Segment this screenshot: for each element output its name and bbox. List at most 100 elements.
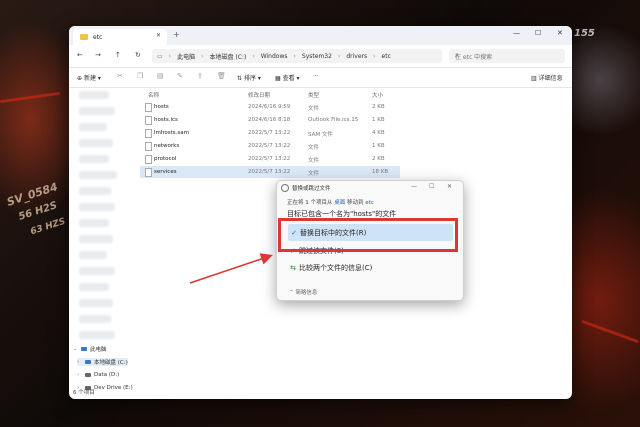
sort-button[interactable]: ⇅ 排序 ▾: [237, 73, 261, 82]
blurred-item: [79, 283, 109, 291]
blurred-item: [79, 331, 115, 339]
file-row[interactable]: hosts.ics 2024/6/16 8:18 Outlook File.ic…: [140, 114, 400, 126]
delete-icon[interactable]: 🗑: [217, 72, 226, 80]
blurred-item: [79, 123, 107, 131]
fewer-details-toggle[interactable]: ⌃ 简略信息: [289, 288, 317, 296]
up-button[interactable]: ↑: [115, 51, 121, 59]
option-label: 比较两个文件的信息(C): [299, 263, 373, 272]
search-input[interactable]: 在 etc 中搜索 ⌕: [449, 49, 565, 63]
source-link[interactable]: 桌面: [334, 200, 345, 206]
file-row-selected[interactable]: services 2022/5/7 13:22 文件 18 KB: [140, 166, 400, 178]
navigation-bar: ← → ↑ ↻ ▭ › 此电脑 › 本地磁盘 (C:) › Windows › …: [69, 45, 572, 68]
file-icon: [145, 142, 152, 151]
breadcrumb-item[interactable]: Windows: [261, 53, 288, 60]
tab-etc[interactable]: etc ✕: [73, 29, 167, 45]
file-icon: [145, 129, 152, 138]
sidebar-item-label: 此电脑: [90, 347, 107, 353]
file-row[interactable]: networks 2022/5/7 13:22 文件 1 KB: [140, 140, 400, 152]
details-button[interactable]: ▥ 详细信息: [531, 73, 563, 82]
sort-label: 排序: [243, 75, 256, 82]
search-icon: ⌕: [455, 51, 459, 59]
file-name: networks: [154, 143, 180, 149]
breadcrumb-item[interactable]: drivers: [346, 53, 367, 60]
dialog-minimize-button[interactable]: —: [411, 183, 417, 190]
file-date: 2024/6/16 9:59: [248, 104, 291, 110]
new-tab-button[interactable]: +: [173, 30, 180, 39]
file-size: 18 KB: [372, 169, 389, 175]
blurred-item: [79, 107, 115, 115]
file-icon: [145, 103, 152, 112]
blurred-item: [79, 203, 115, 211]
file-type: 文件: [308, 106, 320, 112]
file-row[interactable]: protocol 2022/5/7 13:22 文件 2 KB: [140, 153, 400, 165]
sidebar-item-d-drive[interactable]: › Data (D:): [77, 372, 119, 378]
breadcrumb-item[interactable]: 此电脑: [177, 52, 195, 61]
file-type: 文件: [308, 145, 320, 151]
sidebar-item-label: Dev Drive (E:): [94, 385, 133, 391]
file-name: hosts: [154, 104, 169, 110]
share-icon[interactable]: ⇪: [197, 72, 203, 80]
sidebar-item-this-pc[interactable]: ⌄ 此电脑: [73, 345, 107, 353]
file-size: 1 KB: [372, 117, 385, 123]
new-button[interactable]: ⊕ 新建 ▾: [77, 73, 101, 82]
folder-icon: [80, 34, 88, 40]
file-type: 文件: [308, 158, 320, 164]
blurred-item: [79, 171, 117, 179]
file-date: 2022/5/7 13:22: [248, 169, 291, 175]
file-date: 2022/5/7 13:22: [248, 143, 291, 149]
cut-icon[interactable]: ✂: [117, 72, 123, 80]
tab-close-icon[interactable]: ✕: [156, 32, 161, 39]
forward-button[interactable]: →: [95, 51, 101, 59]
file-size: 2 KB: [372, 156, 385, 162]
file-row[interactable]: lmhosts.sam 2022/5/7 13:22 SAM 文件 4 KB: [140, 127, 400, 139]
paste-icon[interactable]: ▤: [157, 72, 164, 80]
file-type: SAM 文件: [308, 132, 333, 138]
close-button[interactable]: ✕: [557, 29, 563, 37]
column-header-size[interactable]: 大小: [372, 91, 383, 99]
new-label: 新建: [83, 75, 96, 82]
address-bar[interactable]: ▭ › 此电脑 › 本地磁盘 (C:) › Windows › System32…: [152, 49, 442, 63]
file-name: protocol: [154, 156, 177, 162]
rename-icon[interactable]: ✎: [177, 72, 183, 80]
sidebar-item-c-drive[interactable]: › 本地磁盘 (C:): [77, 358, 128, 366]
chevron-right-icon: ›: [77, 359, 80, 365]
progress-text-a: 正在将 1 个项目从: [287, 200, 333, 206]
blurred-item: [79, 235, 113, 243]
file-row[interactable]: hosts 2024/6/16 9:59 文件 2 KB: [140, 101, 400, 113]
breadcrumb-item[interactable]: 本地磁盘 (C:): [210, 52, 247, 61]
dialog-close-button[interactable]: ✕: [447, 183, 452, 190]
file-size: 2 KB: [372, 104, 385, 110]
maximize-button[interactable]: ☐: [535, 29, 541, 37]
progress-text-b: 移动到: [347, 200, 364, 206]
file-size: 1 KB: [372, 143, 385, 149]
back-button[interactable]: ←: [77, 51, 83, 59]
column-header-date[interactable]: 修改日期: [248, 91, 270, 99]
blurred-item: [79, 187, 111, 195]
column-header-name[interactable]: 名称: [148, 91, 159, 99]
file-size: 4 KB: [372, 130, 385, 136]
drive-icon: [85, 373, 91, 377]
drive-icon: [85, 360, 91, 364]
blurred-item: [79, 155, 109, 163]
blurred-item: [79, 299, 113, 307]
breadcrumb-item[interactable]: etc: [382, 53, 391, 60]
chevron-right-icon: ›: [77, 372, 80, 378]
dialog-maximize-button[interactable]: ☐: [429, 183, 434, 190]
refresh-button[interactable]: ↻: [135, 51, 141, 59]
navigation-pane: ⌄ 此电脑 › 本地磁盘 (C:) › Data (D:) › Dev Driv…: [69, 87, 133, 391]
monitor-icon: ▭: [157, 52, 163, 60]
column-header-type[interactable]: 类型: [308, 91, 319, 99]
sidebar-item-label: Data (D:): [94, 372, 120, 378]
dialog-title-text: 替换或跳过文件: [292, 186, 331, 192]
highlight-box: [278, 218, 458, 252]
breadcrumb-item[interactable]: System32: [302, 53, 332, 60]
compare-files-option[interactable]: ⇆ 比较两个文件的信息(C): [287, 259, 457, 276]
destination-link[interactable]: etc: [365, 200, 374, 206]
view-button[interactable]: ▦ 查看 ▾: [275, 73, 300, 82]
copy-icon[interactable]: ❐: [137, 72, 143, 80]
more-button[interactable]: ···: [313, 73, 319, 80]
file-name: lmhosts.sam: [154, 130, 189, 136]
blurred-item: [79, 267, 115, 275]
minimize-button[interactable]: —: [513, 29, 520, 37]
file-name: services: [154, 169, 177, 175]
